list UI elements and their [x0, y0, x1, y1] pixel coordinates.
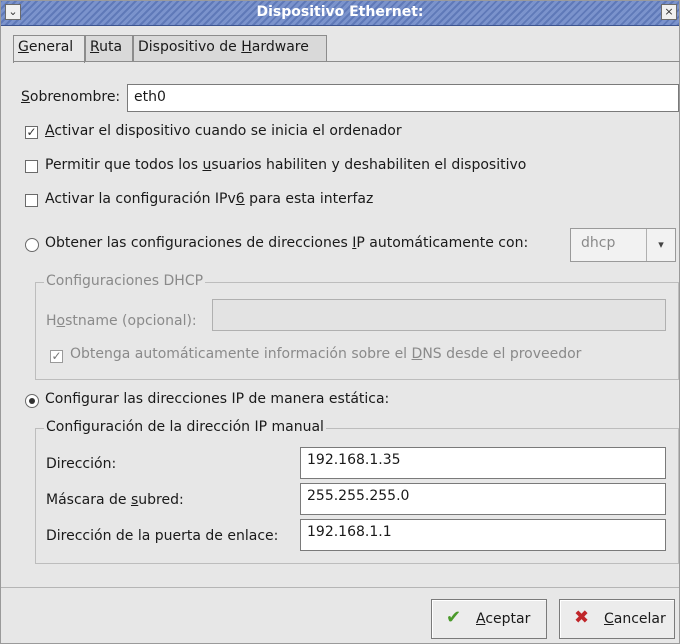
- dialog-window: ⌄ Dispositivo Ethernet: × General Ruta D…: [0, 0, 680, 644]
- cancel-button-label: Cancelar: [604, 611, 666, 627]
- tab-general[interactable]: General: [13, 35, 85, 63]
- auto-ip-text: P automáticamente con:: [356, 235, 529, 251]
- dhcp-settings-legend: Configuraciones DHCP: [44, 273, 206, 289]
- manual-ip-legend: Configuración de la dirección IP manual: [44, 419, 326, 435]
- hostname-label: Hostname (opcional):: [46, 313, 197, 329]
- manual-ip-frame: Configuración de la dirección IP manual …: [35, 419, 679, 564]
- allow-users-label[interactable]: Permitir que todos los usuarios habilite…: [45, 157, 526, 173]
- enable-ipv6-label[interactable]: Activar la configuración IPv6 para esta …: [45, 191, 373, 207]
- allow-users-text-pre: Permitir que todos los: [45, 157, 203, 173]
- tab-general-label: eneral: [28, 39, 74, 55]
- general-panel: Sobrenombre: eth0 ✓ Activar el dispositi…: [13, 61, 680, 576]
- dns-text: NS desde el proveedor: [422, 346, 582, 362]
- tab-hardware-label-pre: Dispositivo de: [138, 39, 242, 55]
- title-bar[interactable]: ⌄ Dispositivo Ethernet: ×: [1, 1, 679, 26]
- ok-mnemonic: A: [476, 611, 486, 627]
- activate-on-boot-mnemonic: A: [45, 123, 55, 139]
- hostname-label-pre: H: [46, 313, 57, 329]
- netmask-input[interactable]: 255.255.255.0: [300, 483, 666, 515]
- tab-general-mnemonic: G: [18, 39, 29, 55]
- ok-label-text: ceptar: [485, 611, 531, 627]
- allow-users-text: suarios habiliten y deshabiliten el disp…: [211, 157, 527, 173]
- cancel-mnemonic: C: [604, 611, 614, 627]
- netmask-label: Máscara de subred:: [46, 492, 184, 508]
- hostname-mnemonic: o: [56, 313, 66, 329]
- hostname-label-text: stname (opcional):: [65, 313, 197, 329]
- dns-from-provider-label[interactable]: Obtenga automáticamente información sobr…: [70, 346, 581, 362]
- ok-button-label: Aceptar: [476, 611, 530, 627]
- protocol-select[interactable]: dhcp ▾: [570, 228, 676, 262]
- address-label: Dirección:: [46, 456, 117, 472]
- chevron-down-icon[interactable]: ▾: [646, 229, 675, 261]
- gateway-input[interactable]: 192.168.1.1: [300, 519, 666, 551]
- gateway-label: Dirección de la puerta de enlace:: [46, 528, 279, 544]
- allow-users-mnemonic: u: [202, 157, 212, 173]
- window-title: Dispositivo Ethernet:: [256, 4, 424, 20]
- activate-on-boot-checkbox[interactable]: ✓: [25, 126, 38, 139]
- dns-from-provider-checkbox[interactable]: ✓: [50, 350, 63, 363]
- ok-button[interactable]: ✔ Aceptar: [431, 599, 547, 639]
- enable-ipv6-text-pre: Activar la configuración IPv: [45, 191, 236, 207]
- cancel-label-text: ancelar: [613, 611, 666, 627]
- allow-users-checkbox[interactable]: [25, 160, 38, 173]
- dns-text-pre: Obtenga automáticamente información sobr…: [70, 346, 412, 362]
- dhcp-settings-frame: Configuraciones DHCP Hostname (opcional)…: [35, 273, 679, 380]
- cancel-button[interactable]: ✖ Cancelar: [559, 599, 675, 639]
- protocol-select-value: dhcp: [581, 235, 616, 251]
- enable-ipv6-checkbox[interactable]: [25, 194, 38, 207]
- static-ip-label[interactable]: Configurar las direcciones IP de manera …: [45, 391, 389, 407]
- activate-on-boot-text: ctivar el dispositivo cuando se inicia e…: [54, 123, 402, 139]
- nickname-label: Sobrenombre:: [21, 89, 120, 105]
- enable-ipv6-text: para esta interfaz: [244, 191, 374, 207]
- address-input[interactable]: 192.168.1.35: [300, 447, 666, 479]
- static-ip-radio[interactable]: [25, 394, 39, 408]
- tab-hardware-mnemonic: H: [241, 39, 252, 55]
- radio-selected-dot: [29, 398, 35, 404]
- nickname-mnemonic: S: [21, 89, 30, 105]
- enable-ipv6-mnemonic: 6: [235, 191, 245, 207]
- hostname-input[interactable]: [212, 299, 666, 331]
- nickname-label-text: obrenombre:: [29, 89, 121, 105]
- auto-ip-radio[interactable]: [25, 238, 39, 252]
- netmask-label-pre: Máscara de: [46, 492, 131, 508]
- netmask-label-text: ubred:: [138, 492, 184, 508]
- checkmark-icon: ✔: [446, 607, 462, 628]
- activate-on-boot-label[interactable]: Activar el dispositivo cuando se inicia …: [45, 123, 402, 139]
- tab-hardware[interactable]: Dispositivo de Hardware: [133, 35, 327, 61]
- cancel-x-icon: ✖: [574, 607, 590, 628]
- button-separator: [1, 587, 679, 588]
- tab-ruta-mnemonic: R: [90, 39, 100, 55]
- auto-ip-label[interactable]: Obtener las configuraciones de direccion…: [45, 235, 528, 251]
- dns-mnemonic: D: [411, 346, 423, 362]
- auto-ip-text-pre: Obtener las configuraciones de direccion…: [45, 235, 353, 251]
- tab-ruta-label: uta: [99, 39, 123, 55]
- tab-ruta[interactable]: Ruta: [85, 35, 133, 61]
- tab-hardware-label: ardware: [251, 39, 309, 55]
- nickname-input[interactable]: eth0: [127, 84, 679, 112]
- close-icon[interactable]: ×: [661, 4, 677, 20]
